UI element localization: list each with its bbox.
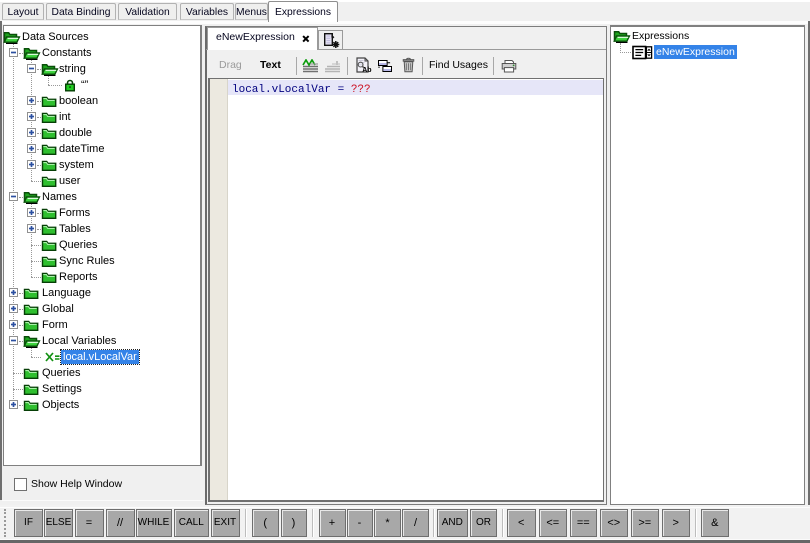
svg-text:Ab: Ab (362, 67, 371, 73)
